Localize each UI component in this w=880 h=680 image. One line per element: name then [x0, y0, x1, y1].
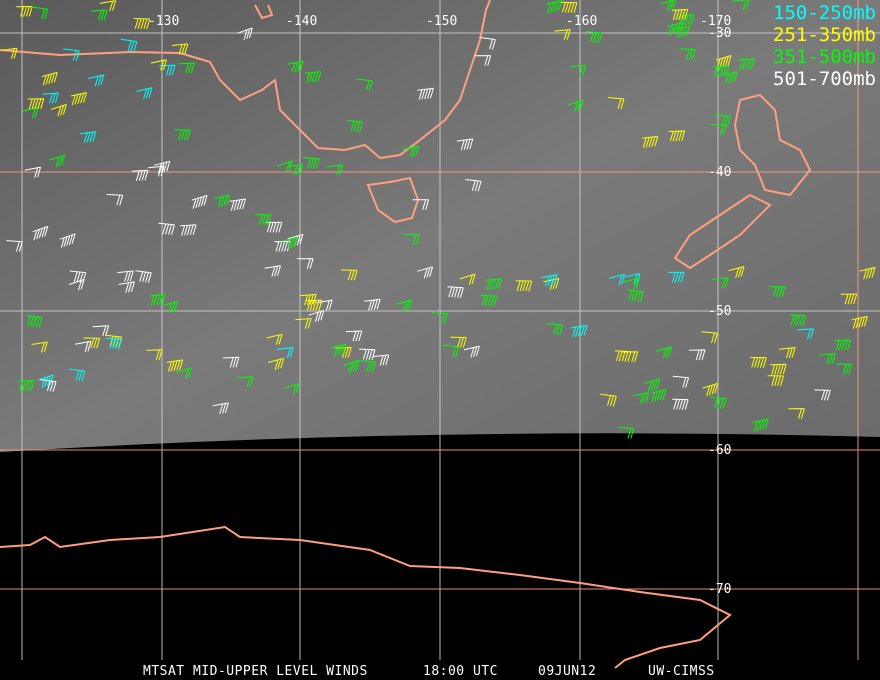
lon-label-160: -160	[566, 14, 598, 29]
caption-bar: MTSAT MID-UPPER LEVEL WINDS 18:00 UTC 09…	[0, 662, 880, 680]
lat-label-70: -70	[708, 582, 732, 597]
satellite-wind-map: -130 -140 -150 -160 -170 -30 -40 -50 -60…	[0, 0, 880, 680]
credit-label: UW-CIMSS	[648, 664, 715, 679]
legend-501-700mb: 501-700mb	[773, 68, 876, 90]
lon-label-130: -130	[148, 14, 180, 29]
legend-251-350mb: 251-350mb	[773, 24, 876, 46]
lon-label-140: -140	[286, 14, 318, 29]
pressure-legend: 150-250mb 251-350mb 351-500mb 501-700mb	[773, 2, 876, 90]
date-label: 09JUN12	[538, 664, 597, 679]
lat-label-30: -30	[708, 26, 732, 41]
time-label: 18:00 UTC	[423, 664, 498, 679]
product-title: MTSAT MID-UPPER LEVEL WINDS	[143, 664, 368, 679]
legend-150-250mb: 150-250mb	[773, 2, 876, 24]
lat-label-50: -50	[708, 304, 732, 319]
legend-351-500mb: 351-500mb	[773, 46, 876, 68]
lat-label-60: -60	[708, 443, 732, 458]
lon-label-150: -150	[426, 14, 458, 29]
map-canvas	[0, 0, 880, 680]
lat-label-40: -40	[708, 165, 732, 180]
